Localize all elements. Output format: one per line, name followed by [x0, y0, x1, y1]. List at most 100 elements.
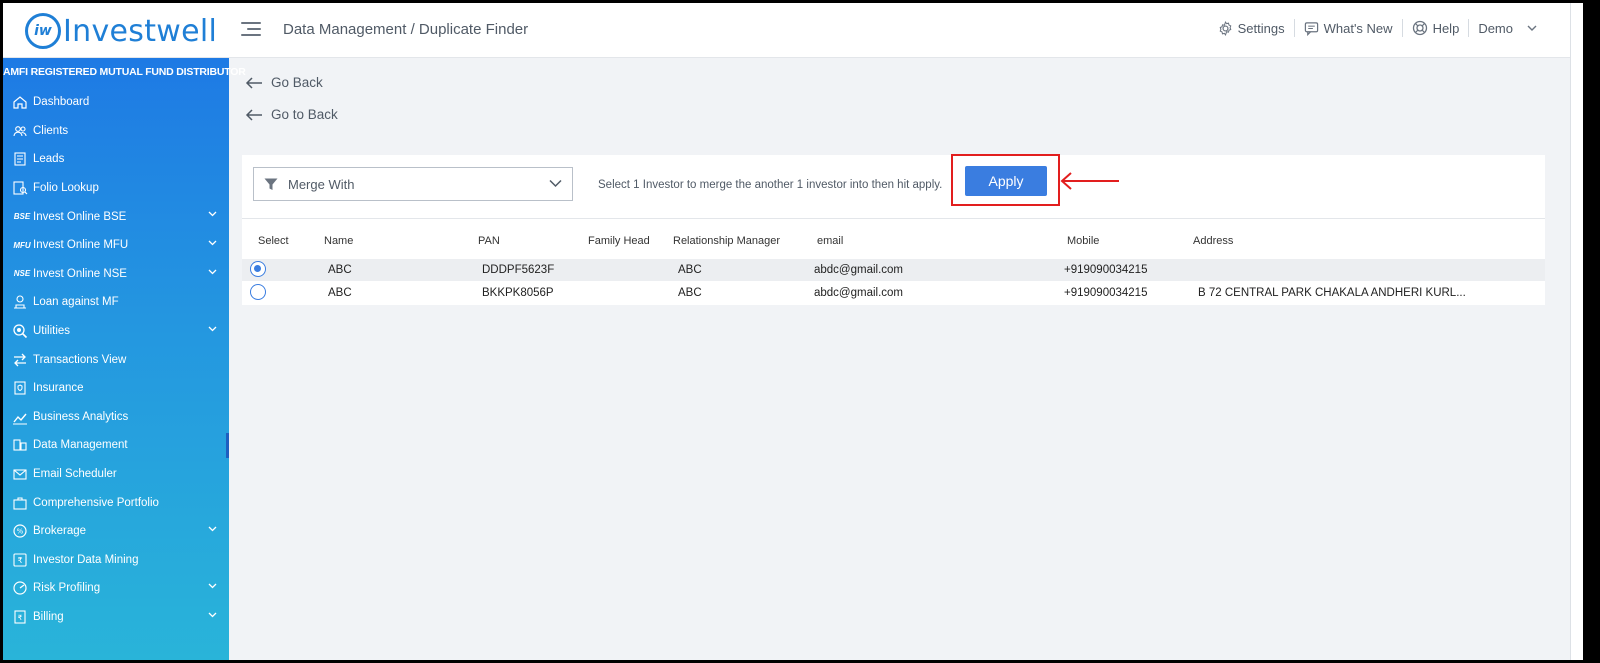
settings-label: Settings	[1237, 20, 1285, 36]
sidebar-item-insurance[interactable]: Insurance	[3, 374, 229, 403]
sidebar-item-label: Utilities	[33, 325, 71, 338]
table-row[interactable]: ABC DDDPF5623F ABC abdc@gmail.com +91909…	[242, 259, 1545, 281]
sidebar-item-transactions-view[interactable]: Transactions View	[3, 345, 229, 374]
merge-toolbar: Merge With Select 1 Investor to merge th…	[242, 154, 1545, 219]
sidebar-item-label: Loan against MF	[33, 296, 119, 309]
sidebar-item-folio-lookup[interactable]: Folio Lookup	[3, 174, 229, 203]
sidebar-item-data-management[interactable]: Data Management	[3, 431, 229, 460]
sidebar-item-billing[interactable]: ₹ Billing	[3, 603, 229, 632]
sidebar-item-dashboard[interactable]: Dashboard	[3, 88, 229, 117]
users-icon	[11, 122, 29, 140]
settings-link[interactable]: Settings	[1209, 19, 1295, 37]
top-header: iw Investwell Data Management / Duplicat…	[3, 3, 1583, 58]
chevron-down-icon	[208, 269, 217, 274]
col-select: Select	[258, 235, 289, 247]
menu-toggle-icon[interactable]	[241, 22, 261, 40]
sidebar-item-invest-online-nse[interactable]: NSE Invest Online NSE	[3, 260, 229, 289]
chevron-down-icon	[208, 211, 217, 217]
svg-text:₹: ₹	[18, 614, 23, 622]
mfu-badge-icon: MFU	[13, 240, 31, 250]
header-actions: Settings What's New Help Demo	[1209, 19, 1551, 37]
chat-icon	[1304, 21, 1318, 36]
cell-email: abdc@gmail.com	[814, 264, 904, 276]
sidebar-item-label: Business Analytics	[33, 410, 129, 423]
cell-email: abdc@gmail.com	[814, 287, 904, 299]
sidebar-item-label: Invest Online BSE	[33, 210, 127, 223]
svg-text:%: %	[17, 528, 24, 536]
col-family-head: Family Head	[588, 235, 650, 247]
whats-new-label: What's New	[1323, 20, 1393, 36]
sidebar-item-label: Invest Online MFU	[33, 239, 129, 252]
data-mining-icon: ₹	[11, 551, 29, 569]
main-content: Go Back Go to Back Merge With Select 1 I…	[229, 58, 1583, 660]
svg-text:₹: ₹	[17, 556, 22, 565]
sidebar-item-invest-online-bse[interactable]: BSE Invest Online BSE	[3, 202, 229, 231]
sidebar-item-brokerage[interactable]: % Brokerage	[3, 517, 229, 546]
cell-address: B 72 CENTRAL PARK CHAKALA ANDHERI KURL..…	[1198, 287, 1466, 299]
sidebar-item-email-scheduler[interactable]: Email Scheduler	[3, 460, 229, 489]
sidebar-item-clients[interactable]: Clients	[3, 117, 229, 146]
sidebar-item-label: Leads	[33, 153, 65, 166]
whats-new-link[interactable]: What's New	[1295, 19, 1403, 37]
merge-with-value: Merge With	[288, 176, 355, 192]
go-to-back-link[interactable]: Go to Back	[245, 107, 338, 122]
scrollbar-track[interactable]	[1570, 3, 1583, 660]
apply-button[interactable]: Apply	[965, 166, 1047, 196]
user-name: Demo	[1478, 20, 1513, 36]
col-mobile: Mobile	[1067, 235, 1100, 247]
help-link[interactable]: Help	[1403, 19, 1470, 37]
help-label: Help	[1432, 20, 1460, 36]
row-select-radio[interactable]	[250, 284, 266, 300]
arrow-left-icon	[245, 76, 262, 89]
cell-rm: ABC	[678, 287, 702, 299]
row-select-radio[interactable]	[250, 261, 266, 277]
col-address: Address	[1193, 235, 1234, 247]
sidebar-item-label: Dashboard	[33, 96, 90, 109]
portfolio-icon	[11, 494, 29, 512]
insurance-icon	[11, 379, 29, 397]
sidebar-item-invest-online-mfu[interactable]: MFU Invest Online MFU	[3, 231, 229, 260]
investwell-logo[interactable]: iw Investwell	[25, 13, 217, 49]
filter-icon	[264, 178, 278, 190]
breadcrumb: Data Management / Duplicate Finder	[283, 21, 529, 38]
email-icon	[11, 465, 29, 483]
table-header: Select Name PAN Family Head Relationship…	[242, 219, 1545, 259]
sidebar-item-label: Email Scheduler	[33, 468, 117, 481]
user-menu[interactable]: Demo	[1469, 19, 1551, 37]
bse-badge-icon: BSE	[13, 212, 31, 222]
transactions-icon	[11, 351, 29, 369]
distributor-label: AMFI REGISTERED MUTUAL FUND DISTRIBUTOR	[3, 66, 246, 78]
merge-with-select[interactable]: Merge With	[253, 167, 573, 201]
sidebar: AMFI REGISTERED MUTUAL FUND DISTRIBUTOR …	[3, 58, 246, 660]
sidebar-item-label: Transactions View	[33, 353, 127, 366]
cell-name: ABC	[328, 287, 352, 299]
utilities-icon	[11, 322, 29, 340]
sidebar-item-investor-data-mining[interactable]: ₹ Investor Data Mining	[3, 546, 229, 575]
sidebar-nav: Dashboard Clients Leads Folio Lookup BSE Inve…	[3, 88, 229, 631]
table-row[interactable]: ABC BKKPK8056P ABC abdc@gmail.com +91909…	[242, 282, 1545, 304]
sidebar-item-label: Insurance	[33, 382, 84, 395]
chevron-down-icon	[208, 240, 217, 246]
chevron-down-icon	[208, 326, 217, 332]
sidebar-item-business-analytics[interactable]: Business Analytics	[3, 403, 229, 432]
chevron-down-icon	[208, 526, 217, 532]
go-back-label: Go Back	[271, 75, 323, 90]
col-email: email	[817, 235, 844, 247]
sidebar-item-comprehensive-portfolio[interactable]: Comprehensive Portfolio	[3, 488, 229, 517]
cell-mobile: +919090034215	[1064, 264, 1148, 276]
sidebar-item-utilities[interactable]: Utilities	[3, 317, 229, 346]
leads-icon	[11, 150, 29, 168]
sidebar-item-leads[interactable]: Leads	[3, 145, 229, 174]
go-back-link[interactable]: Go Back	[245, 75, 323, 90]
sidebar-item-risk-profiling[interactable]: Risk Profiling	[3, 574, 229, 603]
gear-icon	[1219, 20, 1232, 36]
chevron-down-icon	[208, 612, 217, 618]
cell-mobile: +919090034215	[1064, 287, 1148, 299]
sidebar-item-label: Clients	[33, 124, 69, 137]
arrow-left-icon	[245, 108, 262, 121]
sidebar-item-loan-against-mf[interactable]: Loan against MF	[3, 288, 229, 317]
chevron-down-icon	[208, 583, 217, 589]
home-icon	[11, 93, 29, 111]
analytics-icon	[11, 408, 29, 426]
merge-hint: Select 1 Investor to merge the another 1…	[598, 179, 943, 191]
